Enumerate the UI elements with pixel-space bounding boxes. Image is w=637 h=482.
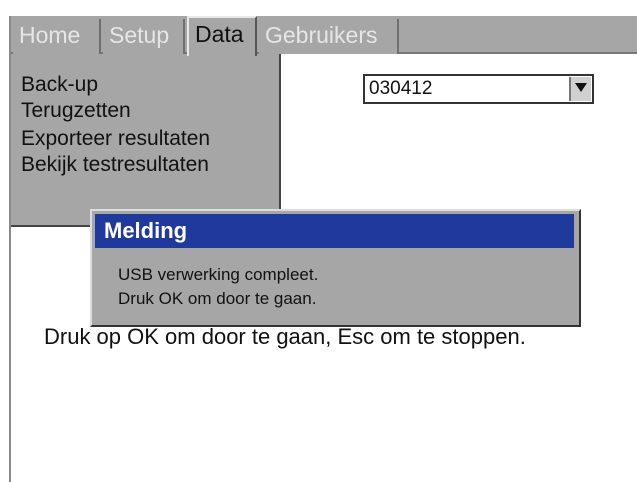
record-select-dropdown[interactable]: 030412 [363,74,594,104]
tab-data[interactable]: Data [187,16,257,56]
tab-gebruikers[interactable]: Gebruikers [259,19,399,54]
dialog-message-line: Druk OK om door te gaan. [118,289,317,308]
tab-bar: Home Setup Data Gebruikers [11,16,637,56]
menu-item-bekijk-testresultaten[interactable]: Bekijk testresultaten [21,152,209,178]
instruction-text: Druk op OK om door te gaan, Esc om te st… [44,324,526,349]
dropdown-value: 030412 [369,78,433,99]
top-strip [0,0,637,16]
dialog-message-line: USB verwerking compleet. [118,265,319,284]
dialog-titlebar: Melding [95,214,574,248]
data-menu-panel: Back-up Terugzetten Exporteer resultaten… [11,54,281,227]
tab-home[interactable]: Home [13,19,101,54]
dropdown-button[interactable] [569,77,591,101]
tab-setup[interactable]: Setup [103,19,185,54]
dialog-title: Melding [104,218,188,243]
menu-item-backup[interactable]: Back-up [21,72,98,98]
menu-item-exporteer-resultaten[interactable]: Exporteer resultaten [21,126,210,152]
menu-item-terugzetten[interactable]: Terugzetten [21,98,131,124]
message-dialog: Melding USB verwerking compleet. Druk OK… [90,209,581,327]
chevron-down-icon [575,83,587,92]
device-screen: Home Setup Data Gebruikers Back-up Terug… [9,16,637,482]
